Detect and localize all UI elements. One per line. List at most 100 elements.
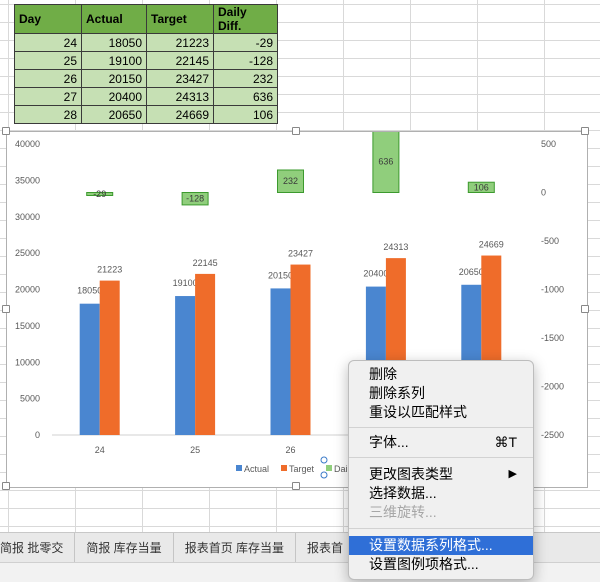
- legend-swatch: [326, 465, 332, 471]
- shortcut-label: ⌘T: [494, 434, 517, 450]
- sheet-tab[interactable]: 简报 库存当量: [75, 533, 174, 563]
- menu-separator: [349, 528, 533, 529]
- sheet-tab[interactable]: 报表首页 库存当量: [174, 533, 297, 563]
- x-tick-label: 24: [95, 445, 105, 455]
- header-target[interactable]: Target: [146, 4, 214, 34]
- cell[interactable]: 21223: [146, 33, 214, 52]
- menu-item-label: 设置数据系列格式...: [369, 537, 493, 553]
- table-row: 25 19100 22145 -128: [14, 51, 278, 70]
- data-label-daily-diff: 232: [283, 176, 298, 186]
- legend-selection-handle[interactable]: [320, 471, 328, 479]
- legend-swatch: [236, 465, 242, 471]
- sheet-tab[interactable]: 报表首: [296, 533, 354, 563]
- table-row: 24 18050 21223 -29: [14, 33, 278, 52]
- bar-target[interactable]: [99, 280, 120, 435]
- menu-item-select-data[interactable]: 选择数据...: [349, 484, 533, 503]
- data-label-daily-diff: -29: [93, 189, 106, 199]
- header-actual[interactable]: Actual: [81, 4, 147, 34]
- y-tick-label: 30000: [15, 212, 40, 222]
- menu-item-delete[interactable]: 删除: [349, 365, 533, 384]
- data-label-target: 22145: [193, 258, 218, 268]
- menu-item-3d-rotation[interactable]: 三维旋转...: [349, 503, 533, 522]
- cell[interactable]: 23427: [146, 69, 214, 88]
- bar-target[interactable]: [195, 273, 216, 435]
- cell[interactable]: 22145: [146, 51, 214, 70]
- y2-tick-label: 0: [541, 188, 546, 198]
- menu-separator: [349, 427, 533, 428]
- menu-item-label: 删除系列: [369, 385, 425, 401]
- resize-handle[interactable]: [2, 482, 10, 490]
- y2-tick-label: -2000: [541, 382, 564, 392]
- menu-item-change-chart-type[interactable]: 更改图表类型 ▶: [349, 465, 533, 484]
- cell[interactable]: 24: [14, 33, 82, 52]
- menu-item-format-legend-entry[interactable]: 设置图例项格式...: [349, 555, 533, 574]
- header-day[interactable]: Day: [14, 4, 82, 34]
- data-label-actual: 20150: [268, 270, 293, 280]
- menu-separator: [349, 457, 533, 458]
- legend-selection-handle[interactable]: [320, 456, 328, 464]
- menu-item-label: 重设以匹配样式: [369, 404, 467, 420]
- menu-item-reset-style[interactable]: 重设以匹配样式: [349, 403, 533, 422]
- resize-handle[interactable]: [292, 482, 300, 490]
- data-label-actual: 19100: [173, 278, 198, 288]
- cell[interactable]: 20150: [81, 69, 147, 88]
- resize-handle[interactable]: [581, 305, 589, 313]
- data-label-actual: 18050: [77, 286, 102, 296]
- cell[interactable]: 24313: [146, 87, 214, 106]
- cell[interactable]: 24669: [146, 105, 214, 124]
- menu-item-label: 三维旋转...: [369, 504, 437, 520]
- cell[interactable]: 25: [14, 51, 82, 70]
- y2-tick-label: -2500: [541, 430, 564, 440]
- legend-swatch: [281, 465, 287, 471]
- y2-tick-label: -1500: [541, 333, 564, 343]
- sheet-tab[interactable]: 简报 批零交: [0, 533, 76, 563]
- cell[interactable]: 106: [213, 105, 278, 124]
- header-daily-diff[interactable]: Daily Diff.: [213, 4, 278, 34]
- bar-actual[interactable]: [270, 288, 291, 435]
- cell[interactable]: 26: [14, 69, 82, 88]
- menu-item-label: 设置图例项格式...: [369, 556, 479, 572]
- submenu-arrow-icon: ▶: [508, 468, 517, 480]
- bar-actual[interactable]: [175, 296, 196, 435]
- y-tick-label: 40000: [15, 139, 40, 149]
- resize-handle[interactable]: [2, 305, 10, 313]
- context-menu: 删除 删除系列 重设以匹配样式 字体... ⌘T 更改图表类型 ▶ 选择数据..…: [348, 360, 534, 580]
- cell[interactable]: 27: [14, 87, 82, 106]
- cell[interactable]: 20650: [81, 105, 147, 124]
- resize-handle[interactable]: [292, 127, 300, 135]
- y2-tick-label: 500: [541, 139, 556, 149]
- menu-item-label: 删除: [369, 366, 397, 382]
- cell[interactable]: 28: [14, 105, 82, 124]
- data-label-actual: 20400: [363, 269, 388, 279]
- cell[interactable]: 636: [213, 87, 278, 106]
- cell[interactable]: -29: [213, 33, 278, 52]
- resize-handle[interactable]: [2, 127, 10, 135]
- table-header-row: Day Actual Target Daily Diff.: [14, 4, 278, 34]
- bar-target[interactable]: [290, 264, 311, 435]
- data-label-daily-diff: 636: [378, 157, 393, 167]
- y2-tick-label: -1000: [541, 285, 564, 295]
- cell[interactable]: 18050: [81, 33, 147, 52]
- y-tick-label: 35000: [15, 175, 40, 185]
- menu-item-delete-series[interactable]: 删除系列: [349, 384, 533, 403]
- menu-item-format-data-series[interactable]: 设置数据系列格式...: [349, 536, 533, 555]
- y2-tick-label: -500: [541, 236, 559, 246]
- cell[interactable]: 232: [213, 69, 278, 88]
- y-tick-label: 0: [35, 430, 40, 440]
- cell[interactable]: -128: [213, 51, 278, 70]
- y-tick-label: 25000: [15, 248, 40, 258]
- data-table[interactable]: Day Actual Target Daily Diff. 24 18050 2…: [14, 4, 278, 124]
- y-tick-label: 10000: [15, 357, 40, 367]
- table-row: 27 20400 24313 636: [14, 87, 278, 106]
- x-tick-label: 25: [190, 445, 200, 455]
- cell[interactable]: 19100: [81, 51, 147, 70]
- cell[interactable]: 20400: [81, 87, 147, 106]
- data-label-actual: 20650: [459, 267, 484, 277]
- y-tick-label: 5000: [20, 394, 40, 404]
- menu-item-label: 更改图表类型: [369, 466, 453, 482]
- menu-item-font[interactable]: 字体... ⌘T: [349, 433, 533, 452]
- resize-handle[interactable]: [581, 127, 589, 135]
- legend-label: Target: [289, 464, 315, 474]
- bar-actual[interactable]: [79, 303, 100, 435]
- data-label-daily-diff: 106: [474, 182, 489, 192]
